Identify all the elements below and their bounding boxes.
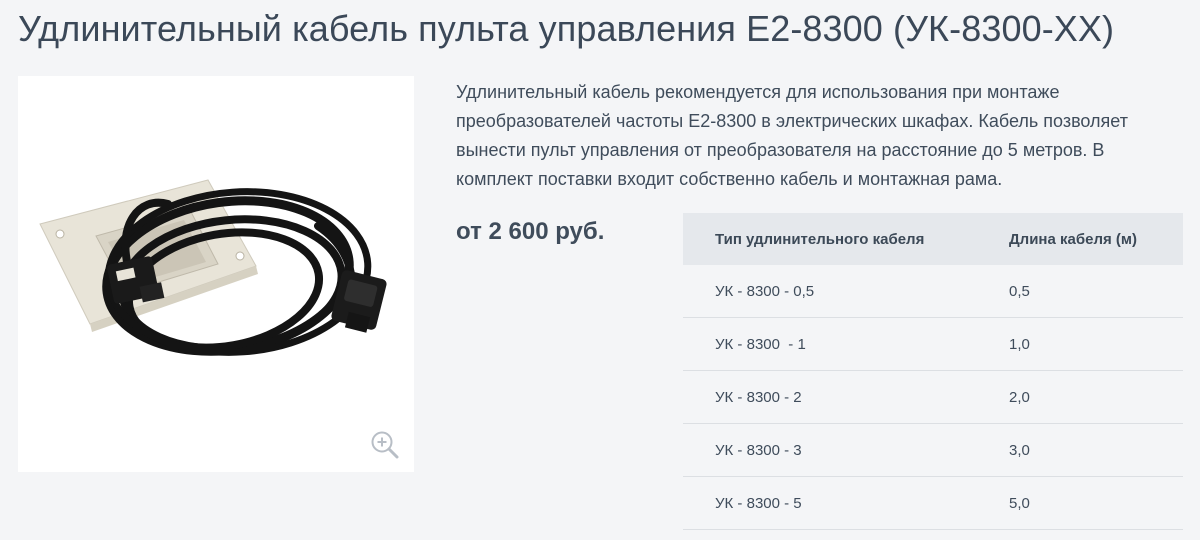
cable-type-cell: УК - 8300 - 5 [683,476,977,530]
column-header-length: Длина кабеля (м) [977,213,1183,265]
cable-type-cell: УК - 8300 - 3 [683,423,977,477]
table-row: УК - 8300 - 3 3,0 [683,423,1183,477]
cable-type-cell: УК - 8300 - 1 [683,317,977,371]
product-photo [39,179,387,356]
table-row: УК - 8300 - 0,5 0,5 [683,265,1183,318]
product-price: от 2 600 руб. [456,218,605,245]
table-row: УК - 8300 - 2 2,0 [683,370,1183,424]
cable-length-cell: 3,0 [977,423,1183,477]
cable-length-cell: 5,0 [977,476,1183,530]
cable-length-cell: 0,5 [977,265,1183,318]
table-row: УК - 8300 - 1 1,0 [683,317,1183,371]
cable-length-cell: 2,0 [977,370,1183,424]
cable-length-cell: 1,0 [977,317,1183,371]
table-header-row: Тип удлинительного кабеля Длина кабеля (… [683,213,1183,265]
product-description: Удлинительный кабель рекомендуется для и… [456,82,1128,189]
cable-type-cell: УК - 8300 - 0,5 [683,265,977,318]
page-title: Удлинительный кабель пульта управления Е… [18,8,1115,49]
cable-spec-table: Тип удлинительного кабеля Длина кабеля (… [683,213,1183,530]
table-row: УК - 8300 - 5 5,0 [683,476,1183,530]
cable-type-cell: УК - 8300 - 2 [683,370,977,424]
product-image[interactable] [18,76,414,472]
zoom-in-icon[interactable] [370,430,400,460]
column-header-type: Тип удлинительного кабеля [683,213,977,265]
